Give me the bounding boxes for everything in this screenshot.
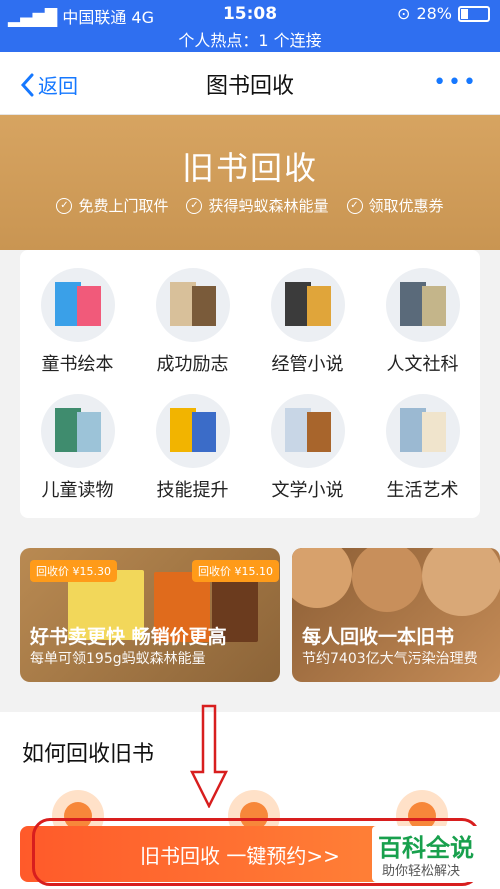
nav-bar: 返回 图书回收 ••• [0,52,500,115]
banner-title: 旧书回收 [181,149,318,187]
watermark-logo: 百科全说 助你轻松解决 [372,826,484,882]
promo-subtitle: 每单可领195g蚂蚁森林能量 [30,651,206,667]
category-label: 文学小说 [271,480,344,501]
category-item-picture-books[interactable]: 童书绘本 [20,260,135,386]
category-label: 生活艺术 [386,480,459,501]
category-label: 技能提升 [156,480,229,501]
book-cover [191,286,216,326]
check-icon: ✓ [186,197,203,214]
promo-title: 好书卖更快 畅销价更高 [30,626,227,648]
annotation-arrow-icon [190,704,228,808]
category-thumbnail [40,394,115,468]
category-label: 成功励志 [156,354,229,375]
page-title: 图书回收 [205,74,294,99]
rotation-lock-icon: ⊙ [397,4,411,23]
log-image [292,548,352,608]
price-tag: 回收价 ¥15.10 [192,560,279,582]
log-image [352,548,422,612]
category-item-inspirational[interactable]: 成功励志 [135,260,250,386]
check-icon: ✓ [56,197,73,214]
category-thumbnail [270,394,345,468]
category-label: 儿童读物 [41,480,114,501]
category-item-literature[interactable]: 文学小说 [250,386,365,512]
promo-title: 每人回收一本旧书 [302,626,455,648]
section-title: 如何回收旧书 [22,742,155,767]
log-image [422,548,500,616]
status-bar: ▂▄▆█ 中国联通 4G 15:08 ⊙ 28% 个人热点：1 个连接 [0,0,500,52]
category-label: 人文社科 [386,354,459,375]
banner-features: ✓ 免费上门取件 ✓ 获得蚂蚁森林能量 ✓ 领取优惠券 [0,195,500,216]
category-item-skills[interactable]: 技能提升 [135,386,250,512]
status-right: ⊙ 28% [397,4,490,23]
book-cover [76,286,101,326]
hero-banner: 旧书回收 ✓ 免费上门取件 ✓ 获得蚂蚁森林能量 ✓ 领取优惠券 [0,115,500,250]
category-thumbnail [270,268,345,342]
promo-subtitle: 节约7403亿大气污染治理费 [302,651,478,667]
category-card: 童书绘本 成功励志 经管小说 人文社科 儿童读物 技能提升 文学小说 生活艺术 [20,250,480,518]
category-item-children-reading[interactable]: 儿童读物 [20,386,135,512]
category-thumbnail [385,268,460,342]
feature-label: 免费上门取件 [78,197,169,215]
feature-item: ✓ 获得蚂蚁森林能量 [186,195,329,216]
watermark-subtitle: 助你轻松解决 [382,864,461,879]
promo-card-best-price[interactable]: 回收价 ¥15.30 回收价 ¥15.10 好书卖更快 畅销价更高 每单可领19… [20,548,280,682]
category-thumbnail [155,394,230,468]
book-cover [421,412,446,452]
category-item-humanities[interactable]: 人文社科 [365,260,480,386]
book-cover [306,286,331,326]
hotspot-banner[interactable]: 个人热点：1 个连接 [0,27,500,51]
more-menu-button[interactable]: ••• [433,70,478,95]
battery-percent: 28% [416,4,452,23]
book-cover [306,412,331,452]
category-label: 经管小说 [271,354,344,375]
book-cover [421,286,446,326]
watermark-title: 百科全说 [378,834,474,862]
category-thumbnail [40,268,115,342]
category-thumbnail [155,268,230,342]
category-thumbnail [385,394,460,468]
book-cover [191,412,216,452]
feature-label: 获得蚂蚁森林能量 [208,197,329,215]
category-grid: 童书绘本 成功励志 经管小说 人文社科 儿童读物 技能提升 文学小说 生活艺术 [20,250,480,518]
battery-icon [458,5,490,22]
feature-label: 领取优惠券 [368,197,444,215]
category-item-business-novels[interactable]: 经管小说 [250,260,365,386]
feature-item: ✓ 免费上门取件 [56,195,168,216]
book-cover [76,412,101,452]
cta-label: 旧书回收 一键预约>> [140,844,340,868]
category-label: 童书绘本 [41,354,114,375]
price-tag: 回收价 ¥15.30 [30,560,117,582]
promo-card-recycle[interactable]: 每人回收一本旧书 节约7403亿大气污染治理费 [292,548,500,682]
check-icon: ✓ [346,197,363,214]
feature-item: ✓ 领取优惠券 [346,195,444,216]
category-item-lifestyle-art[interactable]: 生活艺术 [365,386,480,512]
